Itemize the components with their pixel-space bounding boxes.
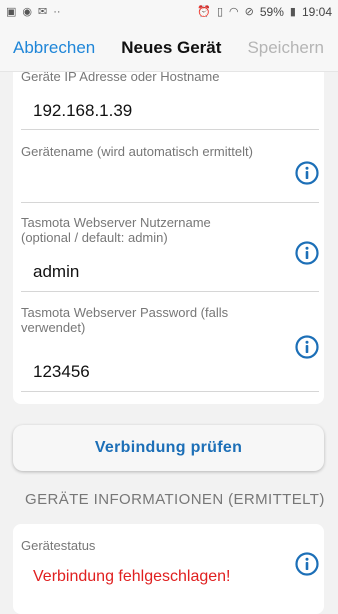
more-notifications-icon: ··	[53, 5, 61, 18]
save-button[interactable]: Speichern	[247, 38, 324, 58]
image-notification-icon: ▣	[6, 5, 17, 18]
username-label-line2: (optional / default: admin)	[21, 230, 168, 245]
cancel-button[interactable]: Abbrechen	[13, 38, 95, 58]
username-underline	[21, 291, 319, 292]
ip-underline	[21, 129, 319, 130]
alarm-icon: ⏰	[197, 5, 211, 18]
do-not-disturb-icon: ⊘	[244, 5, 254, 18]
wifi-icon: ◠	[229, 5, 239, 18]
device-name-underline	[21, 202, 319, 203]
password-label-line2: verwendet)	[21, 320, 86, 335]
status-right-icons: ⏰ ▯ ◠ ⊘ 59% ▮ 19:04	[197, 5, 332, 19]
username-label-line1: Tasmota Webserver Nutzername	[21, 215, 211, 230]
device-status-value: Verbindung fehlgeschlagen!	[33, 568, 231, 585]
status-bar: ▣ ◉ ✉ ·· ⏰ ▯ ◠ ⊘ 59% ▮ 19:04	[0, 0, 338, 24]
password-info-icon[interactable]	[295, 335, 319, 359]
status-left-icons: ▣ ◉ ✉ ··	[6, 5, 61, 18]
password-underline	[21, 391, 319, 392]
device-info-card: Gerätestatus Verbindung fehlgeschlagen!	[13, 524, 324, 614]
connection-form-card: Geräte IP Adresse oder Hostname 192.168.…	[13, 72, 324, 404]
ip-field: Geräte IP Adresse oder Hostname 192.168.…	[21, 72, 319, 132]
device-name-field: Gerätename (wird automatisch ermittelt)	[21, 144, 319, 204]
navigation-bar: Abbrechen Neues Gerät Speichern	[0, 24, 338, 72]
ip-input[interactable]: 192.168.1.39	[33, 101, 132, 121]
ip-label: Geräte IP Adresse oder Hostname	[21, 72, 220, 84]
device-status-field: Gerätestatus Verbindung fehlgeschlagen!	[21, 538, 319, 608]
battery-percent: 59%	[259, 5, 284, 19]
vibrate-icon: ▯	[216, 5, 224, 18]
password-label-line1: Tasmota Webserver Password (falls	[21, 305, 229, 320]
username-input[interactable]: admin	[33, 262, 79, 282]
battery-icon: ▮	[289, 5, 296, 18]
password-field: Tasmota Webserver Password (falls verwen…	[21, 305, 319, 395]
app-notification-icon: ◉	[22, 5, 33, 18]
password-input[interactable]: 123456	[33, 362, 90, 382]
clock: 19:04	[301, 5, 332, 19]
username-field: Tasmota Webserver Nutzername (optional /…	[21, 215, 319, 293]
device-name-label: Gerätename (wird automatisch ermittelt)	[21, 144, 253, 159]
check-connection-button[interactable]: Verbindung prüfen	[13, 425, 324, 471]
device-status-info-icon[interactable]	[295, 552, 319, 576]
username-info-icon[interactable]	[295, 241, 319, 265]
mail-notification-icon: ✉	[38, 5, 48, 18]
device-status-label: Gerätestatus	[21, 538, 96, 553]
device-info-section-title: GERÄTE INFORMATIONEN (ERMITTELT)	[25, 491, 325, 508]
device-name-info-icon[interactable]	[295, 161, 319, 185]
page-title: Neues Gerät	[121, 37, 222, 57]
